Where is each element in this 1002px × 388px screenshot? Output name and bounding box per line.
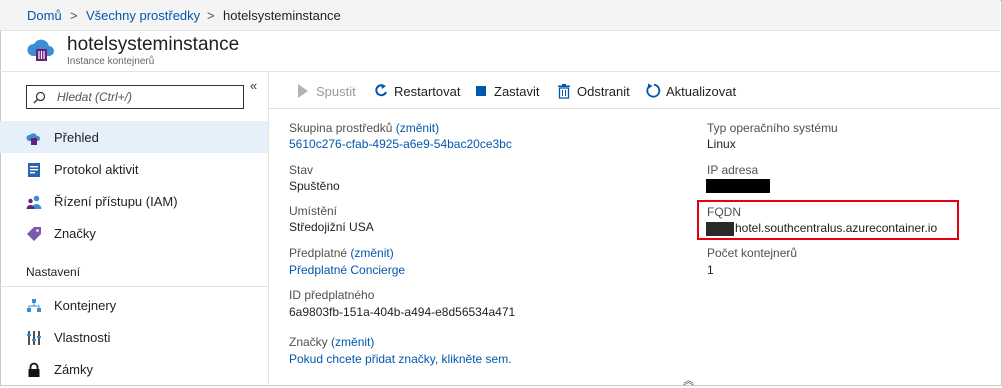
container-count-value: 1 <box>707 263 714 277</box>
restart-label: Restartovat <box>394 84 461 99</box>
search-box <box>26 85 244 109</box>
location-label: Umístění <box>289 204 338 218</box>
sidebar-item-label: Značky <box>54 226 96 241</box>
resource-group-label-text: Skupina prostředků <box>289 121 393 135</box>
subscription-id-label: ID předplatného <box>289 288 375 302</box>
tags-label-text: Značky <box>289 335 328 349</box>
restart-icon <box>375 84 387 97</box>
sidebar-item-label: Zámky <box>54 362 93 377</box>
tag-icon <box>27 227 41 241</box>
resource-group-change-link[interactable]: (změnit) <box>396 121 439 135</box>
search-icon <box>33 91 46 104</box>
people-icon <box>26 195 42 209</box>
collapse-sidebar-button[interactable]: « <box>250 78 257 93</box>
sidebar-item-label: Řízení přístupu (IAM) <box>54 194 178 209</box>
container-count-label: Počet kontejnerů <box>707 246 798 260</box>
breadcrumb: Domů > Všechny prostředky > hotelsystemi… <box>0 0 1000 31</box>
refresh-icon <box>646 83 661 98</box>
properties-icon <box>27 331 41 345</box>
tags-label: Značky (změnit) <box>289 335 374 349</box>
status-value: Spuštěno <box>289 179 340 193</box>
page-subtitle: Instance kontejnerů <box>67 56 155 67</box>
sidebar-item-properties[interactable]: Vlastnosti <box>0 321 268 353</box>
breadcrumb-separator: > <box>70 8 78 23</box>
sidebar-item-overview[interactable]: Přehled <box>0 121 268 153</box>
sidebar-item-iam[interactable]: Řízení přístupu (IAM) <box>0 185 268 217</box>
sidebar-item-label: Vlastnosti <box>54 330 111 345</box>
sidebar-item-tags[interactable]: Značky <box>0 217 268 249</box>
delete-label: Odstranit <box>577 84 630 99</box>
subscription-id-value: 6a9803fb-151a-404b-a494-e8d56534a471 <box>289 305 516 319</box>
os-type-value: Linux <box>707 137 736 151</box>
resource-group-label: Skupina prostředků (změnit) <box>289 121 439 135</box>
sidebar-item-label: Protokol aktivit <box>54 162 139 177</box>
add-tags-link[interactable]: Pokud chcete přidat značky, klikněte sem… <box>289 352 512 366</box>
sidebar-item-containers[interactable]: Kontejnery <box>0 289 268 321</box>
container-instance-icon <box>27 39 54 61</box>
lock-icon <box>28 362 40 377</box>
trash-icon <box>558 84 570 99</box>
stop-label: Zastavit <box>494 84 540 99</box>
redacted-ip-address <box>706 179 770 193</box>
sidebar-item-label: Kontejnery <box>54 298 117 313</box>
refresh-label: Aktualizovat <box>666 84 737 99</box>
breadcrumb-all-resources[interactable]: Všechny prostředky <box>86 8 200 23</box>
sidebar-section-settings: Nastavení <box>26 265 81 279</box>
ip-address-label: IP adresa <box>707 163 759 177</box>
subscription-value[interactable]: Předplatné Concierge <box>289 263 405 277</box>
tags-change-link[interactable]: (změnit) <box>331 335 374 349</box>
page-title: hotelsysteminstance <box>67 34 240 55</box>
play-icon <box>298 84 308 98</box>
containers-icon <box>27 299 41 312</box>
activity-log-icon <box>28 163 40 177</box>
stop-icon <box>476 86 486 96</box>
section-divider <box>0 286 268 287</box>
breadcrumb-current: hotelsysteminstance <box>223 8 341 23</box>
resource-group-value[interactable]: 5610c276-cfab-4925-a6e9-54bac20ce3bc <box>289 137 512 151</box>
breadcrumb-home[interactable]: Domů <box>27 8 62 23</box>
sidebar-item-label: Přehled <box>54 130 99 145</box>
location-value: Středojižní USA <box>289 220 374 234</box>
subscription-label-text: Předplatné <box>289 246 348 260</box>
status-label: Stav <box>289 163 314 177</box>
os-type-label: Typ operačního systému <box>707 121 838 135</box>
subscription-change-link[interactable]: (změnit) <box>350 246 393 260</box>
start-label: Spustit <box>316 84 356 99</box>
sidebar-item-activity-log[interactable]: Protokol aktivit <box>0 153 268 185</box>
fqdn-highlight-box <box>697 200 959 240</box>
container-instance-icon <box>26 133 41 145</box>
search-input[interactable] <box>55 88 239 106</box>
breadcrumb-separator: > <box>207 8 215 23</box>
subscription-label: Předplatné (změnit) <box>289 246 394 260</box>
sidebar-item-locks[interactable]: Zámky <box>0 353 268 385</box>
